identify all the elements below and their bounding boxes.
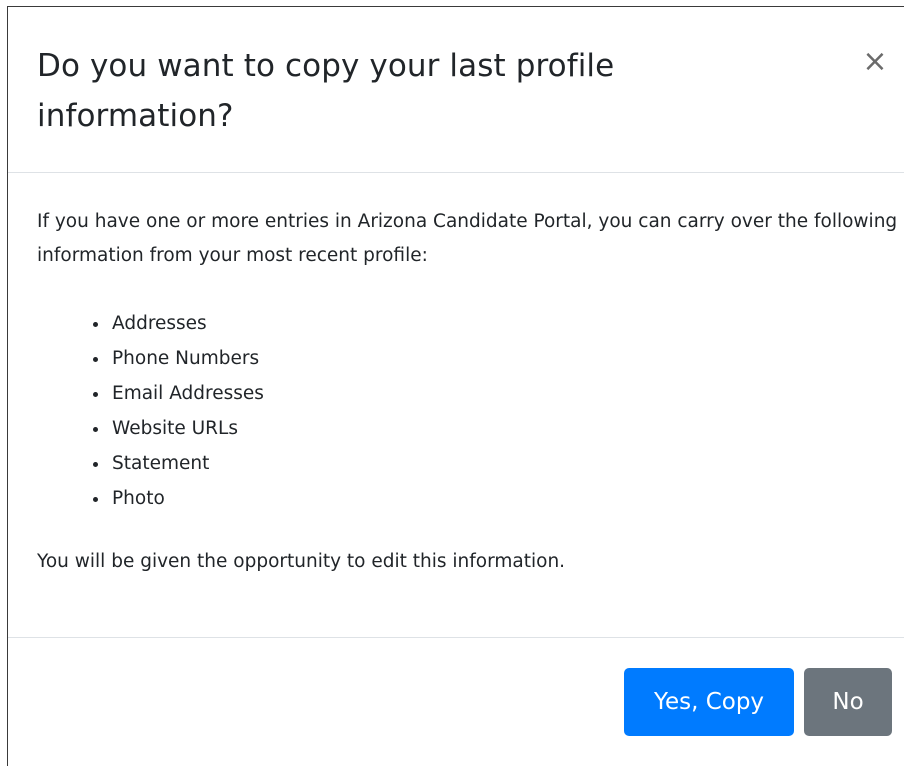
list-item: Email Addresses	[110, 376, 264, 411]
intro-text: If you have one or more entries in Arizo…	[37, 211, 898, 266]
list-item: Website URLs	[110, 411, 264, 446]
dialog-body: If you have one or more entries in Arizo…	[8, 173, 904, 638]
yes-copy-button[interactable]: Yes, Copy	[624, 668, 794, 736]
copy-profile-dialog: Do you want to copy your last profile in…	[7, 6, 904, 766]
list-item: Phone Numbers	[110, 341, 264, 376]
list-item: Addresses	[110, 306, 264, 341]
copyable-info-list: Addresses Phone Numbers Email Addresses …	[82, 306, 264, 516]
list-item: Photo	[110, 481, 264, 516]
no-button[interactable]: No	[804, 668, 892, 736]
dialog-footer: Yes, Copy No	[8, 638, 904, 768]
close-icon[interactable]: ×	[860, 47, 890, 77]
dialog-title: Do you want to copy your last profile in…	[37, 48, 615, 134]
list-item: Statement	[110, 446, 264, 481]
dialog-header: Do you want to copy your last profile in…	[8, 7, 904, 173]
edit-note: You will be given the opportunity to edi…	[37, 551, 566, 572]
